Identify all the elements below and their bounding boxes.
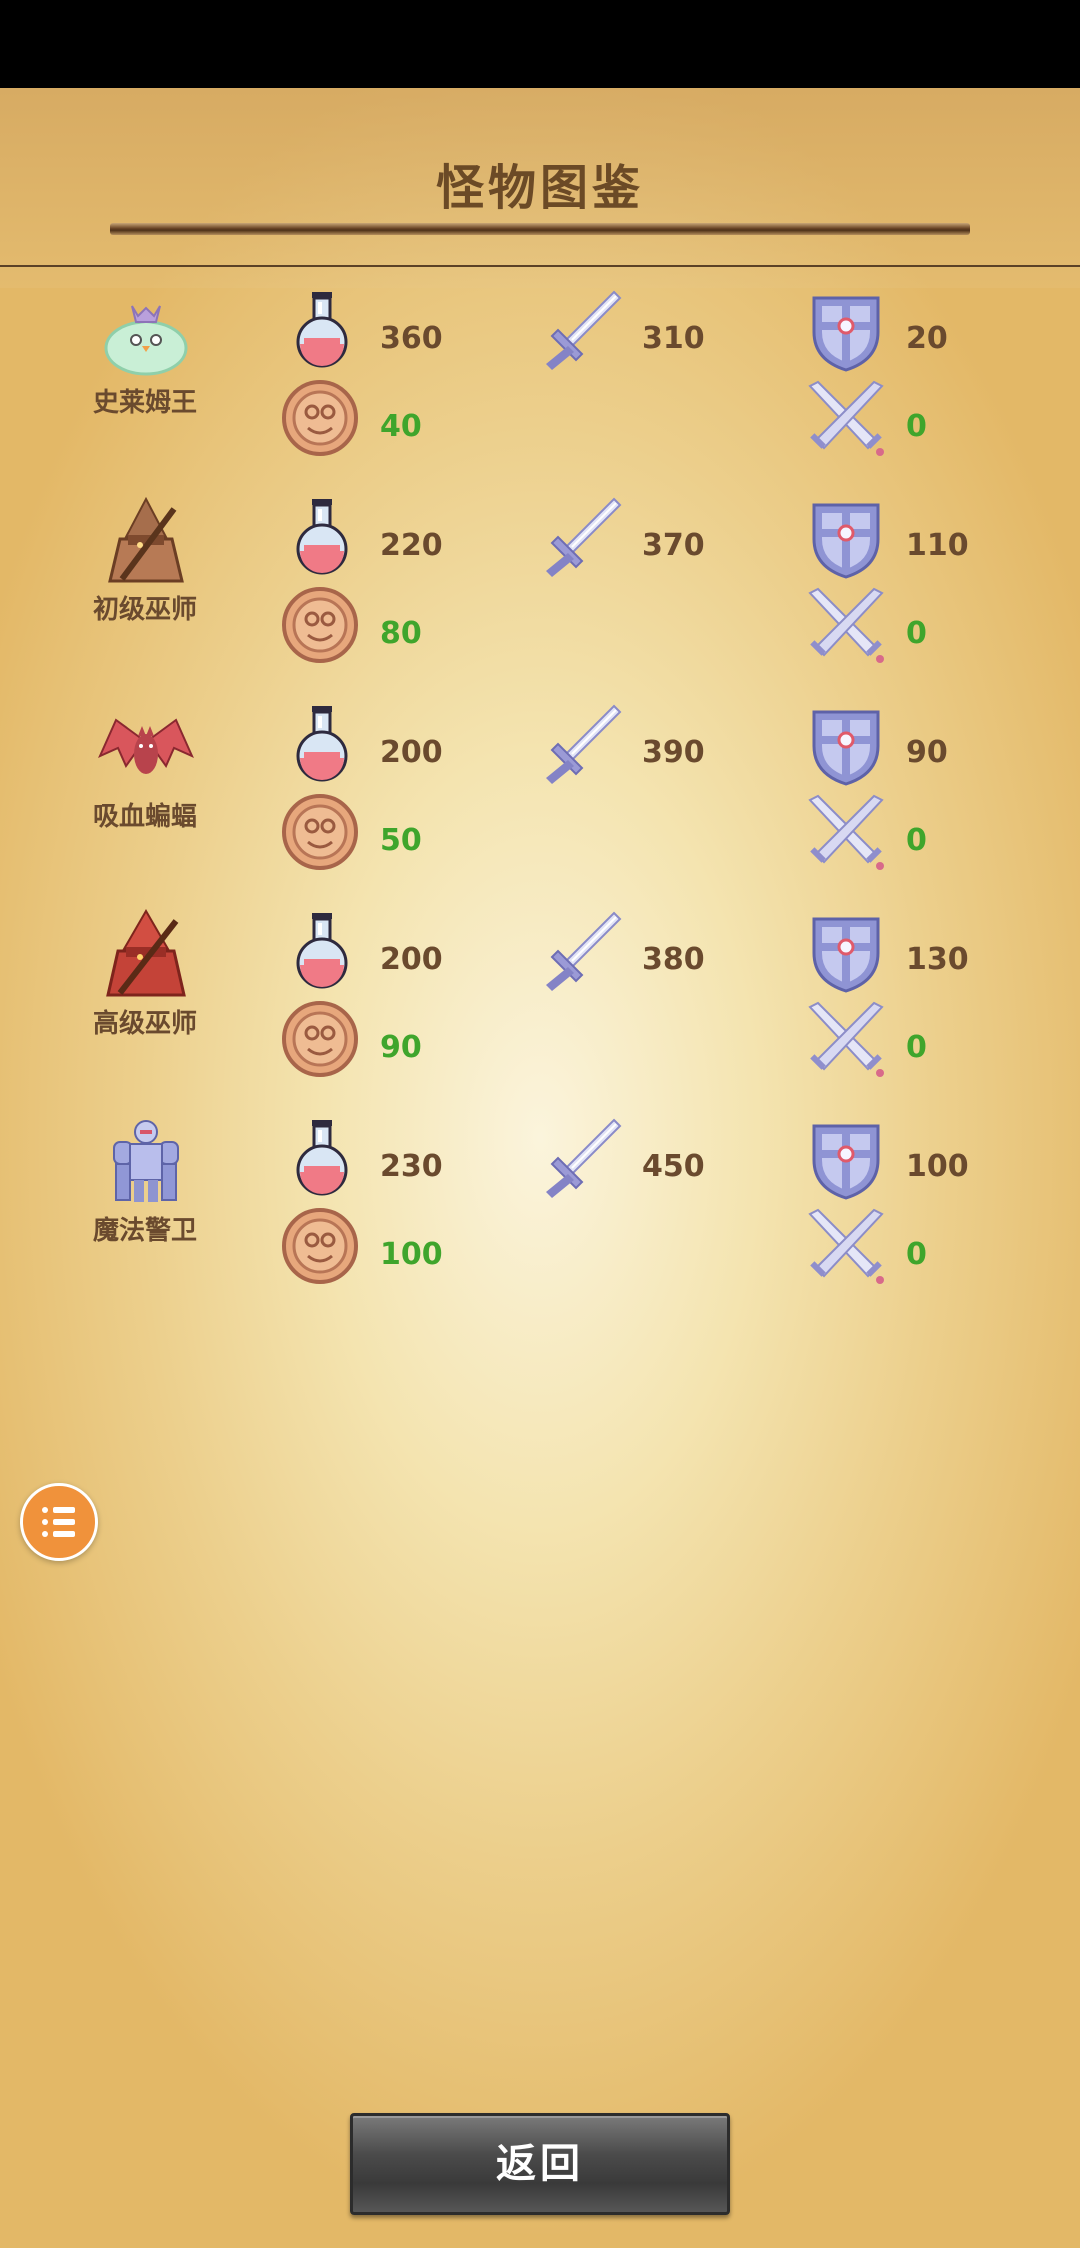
hp-value: 200	[380, 942, 443, 977]
defense-value: 90	[906, 735, 948, 770]
coin-icon	[282, 587, 358, 663]
crossed-swords-icon	[808, 1208, 884, 1284]
crossed-swords-icon	[808, 794, 884, 870]
coin-icon	[282, 380, 358, 456]
list-menu-icon	[42, 1507, 75, 1537]
hits-value: 0	[906, 1030, 927, 1065]
junior-wizard-portrait	[108, 496, 184, 583]
attack-value: 310	[642, 321, 705, 356]
sword-icon	[546, 911, 622, 991]
shield-icon	[812, 917, 880, 993]
hits-value: 0	[906, 1237, 927, 1272]
shield-icon	[812, 296, 880, 372]
hits-value: 0	[906, 616, 927, 651]
monster-name: 高级巫师	[92, 1009, 197, 1039]
status-bar	[0, 0, 1080, 88]
monster-name: 魔法警卫	[92, 1216, 197, 1246]
shield-icon	[812, 1124, 880, 1200]
defense-value: 20	[906, 321, 948, 356]
shield-icon	[812, 503, 880, 579]
crossed-swords-icon	[808, 380, 884, 456]
monster-row-vampire-bat[interactable]: 吸血蝙蝠 200 390 90 50 0	[0, 692, 1080, 899]
magic-guard-portrait	[113, 1120, 179, 1202]
attack-value: 450	[642, 1149, 705, 1184]
shield-icon	[812, 710, 880, 786]
attack-value: 380	[642, 942, 705, 977]
coin-icon	[282, 1208, 358, 1284]
page-title: 怪物图鉴	[435, 160, 644, 216]
gold-value: 50	[380, 823, 422, 858]
monster-name: 初级巫师	[92, 595, 197, 625]
coin-icon	[282, 794, 358, 870]
header-divider	[0, 265, 1080, 267]
hp-value: 200	[380, 735, 443, 770]
potion-icon	[296, 1120, 348, 1196]
hits-value: 0	[906, 823, 927, 858]
title-divider	[110, 223, 970, 235]
potion-icon	[296, 499, 348, 575]
attack-value: 390	[642, 735, 705, 770]
menu-button[interactable]	[20, 1483, 98, 1561]
gold-value: 90	[380, 1030, 422, 1065]
sword-icon	[546, 290, 622, 370]
crossed-swords-icon	[808, 1001, 884, 1077]
sword-icon	[546, 1118, 622, 1198]
potion-icon	[296, 913, 348, 989]
defense-value: 110	[906, 528, 969, 563]
monster-row-junior-wizard[interactable]: 初级巫师 220 370 110 80 0	[0, 485, 1080, 692]
defense-value: 130	[906, 942, 969, 977]
crossed-swords-icon	[808, 587, 884, 663]
defense-value: 100	[906, 1149, 969, 1184]
monster-row-slime-king[interactable]: 史莱姆王 360 310 20 40 0	[0, 278, 1080, 485]
monster-manual-screen: 怪物图鉴 史莱姆王 360 310 20 40 0 初级巫师 220 370 1…	[0, 88, 1080, 2248]
potion-icon	[296, 292, 348, 368]
monster-name: 吸血蝙蝠	[92, 802, 197, 832]
gold-value: 80	[380, 616, 422, 651]
hits-value: 0	[906, 409, 927, 444]
monster-name: 史莱姆王	[92, 388, 197, 418]
back-button[interactable]: 返回	[350, 2113, 730, 2215]
hp-value: 230	[380, 1149, 443, 1184]
monster-row-magic-guard[interactable]: 魔法警卫 230 450 100 100 0	[0, 1106, 1080, 1313]
gold-value: 40	[380, 409, 422, 444]
vampire-bat-portrait	[98, 718, 194, 774]
sword-icon	[546, 704, 622, 784]
hp-value: 220	[380, 528, 443, 563]
sword-icon	[546, 497, 622, 577]
coin-icon	[282, 1001, 358, 1077]
gold-value: 100	[380, 1237, 443, 1272]
senior-wizard-portrait	[106, 909, 186, 997]
monster-row-senior-wizard[interactable]: 高级巫师 200 380 130 90 0	[0, 899, 1080, 1106]
slime-king-portrait	[104, 305, 188, 376]
hp-value: 360	[380, 321, 443, 356]
potion-icon	[296, 706, 348, 782]
attack-value: 370	[642, 528, 705, 563]
